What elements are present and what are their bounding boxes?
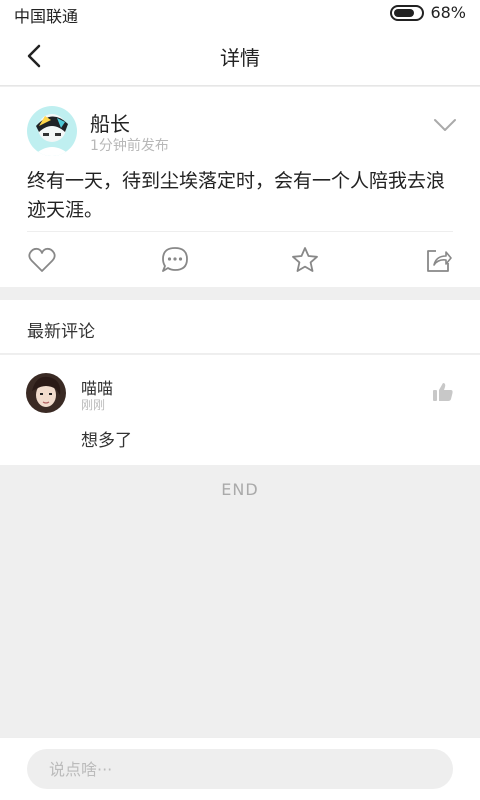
- comment-icon[interactable]: [160, 245, 190, 275]
- post-time: 1分钟前发布: [90, 138, 169, 154]
- comment-time: 刚刚: [81, 398, 106, 412]
- comments-header: 最新评论: [0, 300, 480, 354]
- author-name[interactable]: 船长: [90, 108, 130, 137]
- carrier-label: 中国联通: [14, 7, 79, 26]
- battery-icon: [390, 4, 425, 21]
- star-icon[interactable]: [290, 245, 320, 275]
- status-bar: 中国联通 68%: [0, 0, 480, 26]
- thumbs-up-icon[interactable]: [432, 381, 454, 403]
- comment-item: 喵喵 刚刚 想多了: [0, 355, 480, 465]
- heart-icon[interactable]: [27, 245, 57, 275]
- battery-percent: 68%: [430, 3, 466, 22]
- page-title: 详情: [220, 46, 260, 70]
- end-label: END: [221, 480, 259, 499]
- chevron-down-icon[interactable]: [432, 113, 458, 137]
- post-content: 终有一天，待到尘埃落定时，会有一个人陪我去浪迹天涯。: [27, 170, 446, 221]
- post-card: 船长 1分钟前发布 终有一天，待到尘埃落定时，会有一个人陪我去浪迹天涯。: [0, 87, 480, 287]
- comment-input[interactable]: [27, 749, 453, 789]
- nav-bar: 详情: [0, 26, 480, 86]
- share-icon[interactable]: [423, 245, 453, 275]
- author-avatar[interactable]: [27, 106, 77, 156]
- comments-title: 最新评论: [27, 322, 95, 342]
- comment-text: 想多了: [81, 431, 132, 451]
- action-bar: [0, 239, 480, 279]
- battery-indicator: 68%: [390, 3, 466, 22]
- comment-input-bar: [0, 737, 480, 800]
- action-divider: [27, 231, 453, 232]
- commenter-avatar[interactable]: [26, 373, 66, 413]
